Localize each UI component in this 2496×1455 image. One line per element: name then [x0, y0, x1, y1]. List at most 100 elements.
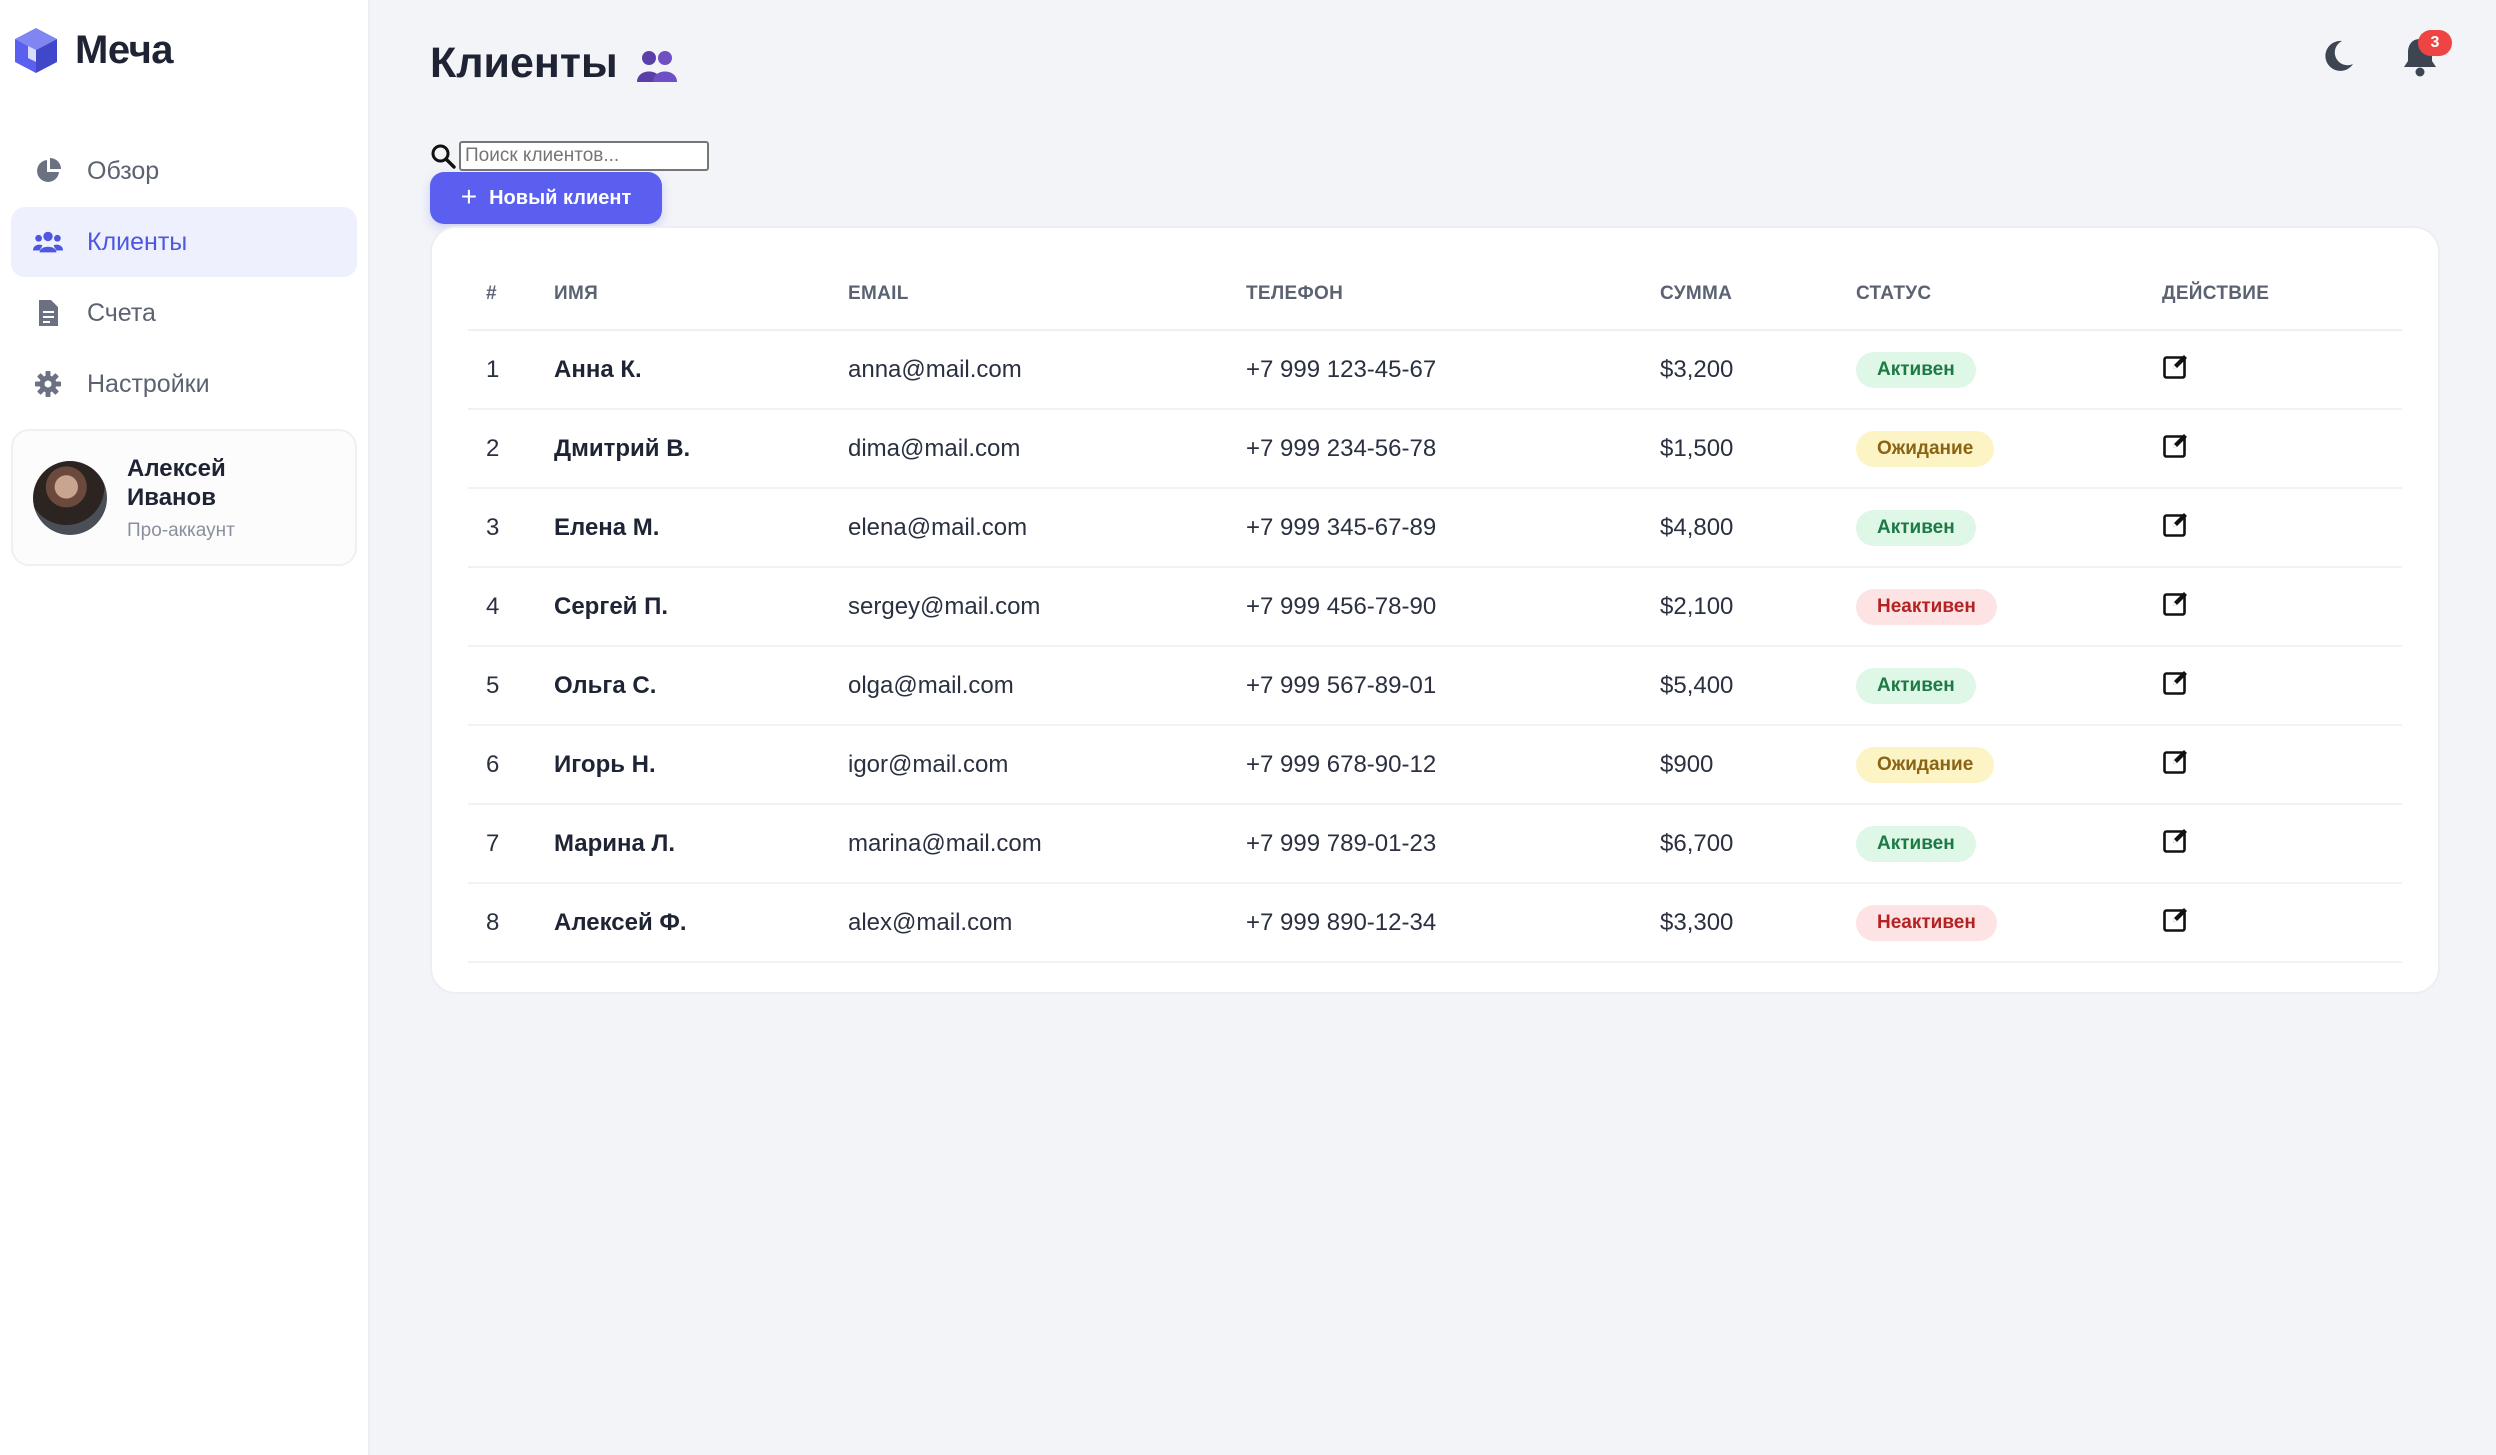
table-row[interactable]: 1 Анна К. anna@mail.com +7 999 123-45-67…: [468, 330, 2402, 410]
cell-number: 7: [468, 804, 554, 884]
cell-number: 6: [468, 725, 554, 805]
cell-sum: $5,400: [1660, 646, 1856, 726]
sidebar-item-label: Обзор: [87, 156, 160, 185]
sidebar-item-invoices[interactable]: Счета: [11, 278, 357, 348]
column-header-email[interactable]: EMAIL: [848, 258, 1246, 331]
cell-sum: $4,800: [1660, 488, 1856, 568]
cell-status: Ожидание: [1856, 409, 2162, 489]
cell-email: alex@mail.com: [848, 883, 1246, 963]
cell-phone: +7 999 123-45-67: [1246, 330, 1660, 410]
cell-email: anna@mail.com: [848, 330, 1246, 410]
cell-name: Алексей Ф.: [554, 883, 848, 963]
sidebar-item-label: Настройки: [87, 369, 210, 398]
cell-sum: $6,700: [1660, 804, 1856, 884]
status-badge: Активен: [1856, 825, 1976, 862]
search-icon: [431, 144, 456, 169]
column-header-name[interactable]: ИМЯ: [554, 258, 848, 331]
notifications-button[interactable]: 3: [2400, 30, 2452, 78]
edit-icon[interactable]: [2162, 668, 2190, 696]
cell-name: Анна К.: [554, 330, 848, 410]
cell-phone: +7 999 234-56-78: [1246, 409, 1660, 489]
table-row[interactable]: 8 Алексей Ф. alex@mail.com +7 999 890-12…: [468, 883, 2402, 963]
status-badge: Активен: [1856, 351, 1976, 388]
status-badge: Активен: [1856, 509, 1976, 546]
edit-icon[interactable]: [2162, 431, 2190, 459]
profile-text: Алексей Иванов Про-аккаунт: [127, 454, 257, 542]
table-row[interactable]: 7 Марина Л. marina@mail.com +7 999 789-0…: [468, 804, 2402, 884]
cell-phone: +7 999 567-89-01: [1246, 646, 1660, 726]
table-row[interactable]: 2 Дмитрий В. dima@mail.com +7 999 234-56…: [468, 409, 2402, 489]
edit-icon[interactable]: [2162, 747, 2190, 775]
status-badge: Неактивен: [1856, 588, 1997, 625]
cell-number: 4: [468, 567, 554, 647]
edit-icon[interactable]: [2162, 589, 2190, 617]
notification-badge: 3: [2418, 30, 2452, 56]
brand-name: Меча: [75, 27, 174, 72]
cell-status: Неактивен: [1856, 567, 2162, 647]
table-row[interactable]: 5 Ольга С. olga@mail.com +7 999 567-89-0…: [468, 646, 2402, 726]
cell-name: Марина Л.: [554, 804, 848, 884]
search-input[interactable]: [459, 141, 709, 171]
cell-email: marina@mail.com: [848, 804, 1246, 884]
new-client-button[interactable]: + Новый клиент: [430, 172, 662, 224]
cell-sum: $2,100: [1660, 567, 1856, 647]
column-header-number[interactable]: #: [468, 258, 554, 331]
column-header-status[interactable]: СТАТУС: [1856, 258, 2162, 331]
table-row[interactable]: 3 Елена М. elena@mail.com +7 999 345-67-…: [468, 488, 2402, 568]
cell-action: [2162, 488, 2402, 568]
cell-name: Ольга С.: [554, 646, 848, 726]
cell-email: dima@mail.com: [848, 409, 1246, 489]
cell-phone: +7 999 789-01-23: [1246, 804, 1660, 884]
app-shell: Меча Обзор Клиенты Счета Настройки Алекс…: [0, 0, 2496, 1455]
profile-name: Алексей Иванов: [127, 454, 226, 511]
avatar: [33, 460, 107, 535]
gear-icon: [33, 369, 63, 399]
new-client-label: Новый клиент: [489, 186, 632, 209]
cell-email: sergey@mail.com: [848, 567, 1246, 647]
column-header-phone[interactable]: ТЕЛЕФОН: [1246, 258, 1660, 331]
column-header-sum[interactable]: СУММА: [1660, 258, 1856, 331]
sidebar-item-label: Клиенты: [87, 227, 188, 256]
cell-action: [2162, 804, 2402, 884]
status-badge: Активен: [1856, 667, 1976, 704]
topbar: Клиенты 3: [430, 0, 2496, 128]
cell-name: Сергей П.: [554, 567, 848, 647]
sidebar-item-clients[interactable]: Клиенты: [11, 207, 357, 277]
edit-icon[interactable]: [2162, 826, 2190, 854]
cell-sum: $900: [1660, 725, 1856, 805]
cell-status: Активен: [1856, 804, 2162, 884]
clients-table-card: # ИМЯ EMAIL ТЕЛЕФОН СУММА СТАТУС ДЕЙСТВИ…: [430, 226, 2440, 994]
users-group-icon: [636, 51, 677, 82]
moon-icon[interactable]: [2318, 36, 2358, 76]
cell-status: Активен: [1856, 646, 2162, 726]
document-icon: [33, 298, 63, 328]
cell-number: 2: [468, 409, 554, 489]
cube-icon: [15, 28, 57, 73]
cell-sum: $3,300: [1660, 883, 1856, 963]
cell-email: igor@mail.com: [848, 725, 1246, 805]
sidebar: Меча Обзор Клиенты Счета Настройки Алекс…: [0, 0, 370, 1455]
cell-name: Игорь Н.: [554, 725, 848, 805]
edit-icon[interactable]: [2162, 905, 2190, 933]
edit-icon[interactable]: [2162, 352, 2190, 380]
table-row[interactable]: 6 Игорь Н. igor@mail.com +7 999 678-90-1…: [468, 725, 2402, 805]
cell-status: Ожидание: [1856, 725, 2162, 805]
sidebar-item-settings[interactable]: Настройки: [11, 349, 357, 419]
sidebar-item-label: Счета: [87, 298, 156, 327]
logo[interactable]: Меча: [11, 0, 357, 100]
table-row[interactable]: 4 Сергей П. sergey@mail.com +7 999 456-7…: [468, 567, 2402, 647]
status-badge: Ожидание: [1856, 746, 1995, 783]
cell-phone: +7 999 890-12-34: [1246, 883, 1660, 963]
sidebar-item-overview[interactable]: Обзор: [11, 136, 357, 206]
user-profile-card[interactable]: Алексей Иванов Про-аккаунт: [11, 429, 357, 566]
page-title: Клиенты: [430, 38, 618, 87]
cell-status: Активен: [1856, 330, 2162, 410]
cell-action: [2162, 567, 2402, 647]
cell-phone: +7 999 678-90-12: [1246, 725, 1660, 805]
cell-sum: $3,200: [1660, 330, 1856, 410]
edit-icon[interactable]: [2162, 510, 2190, 538]
column-header-action: ДЕЙСТВИЕ: [2162, 258, 2402, 331]
cell-number: 5: [468, 646, 554, 726]
cell-status: Неактивен: [1856, 883, 2162, 963]
cell-number: 1: [468, 330, 554, 410]
